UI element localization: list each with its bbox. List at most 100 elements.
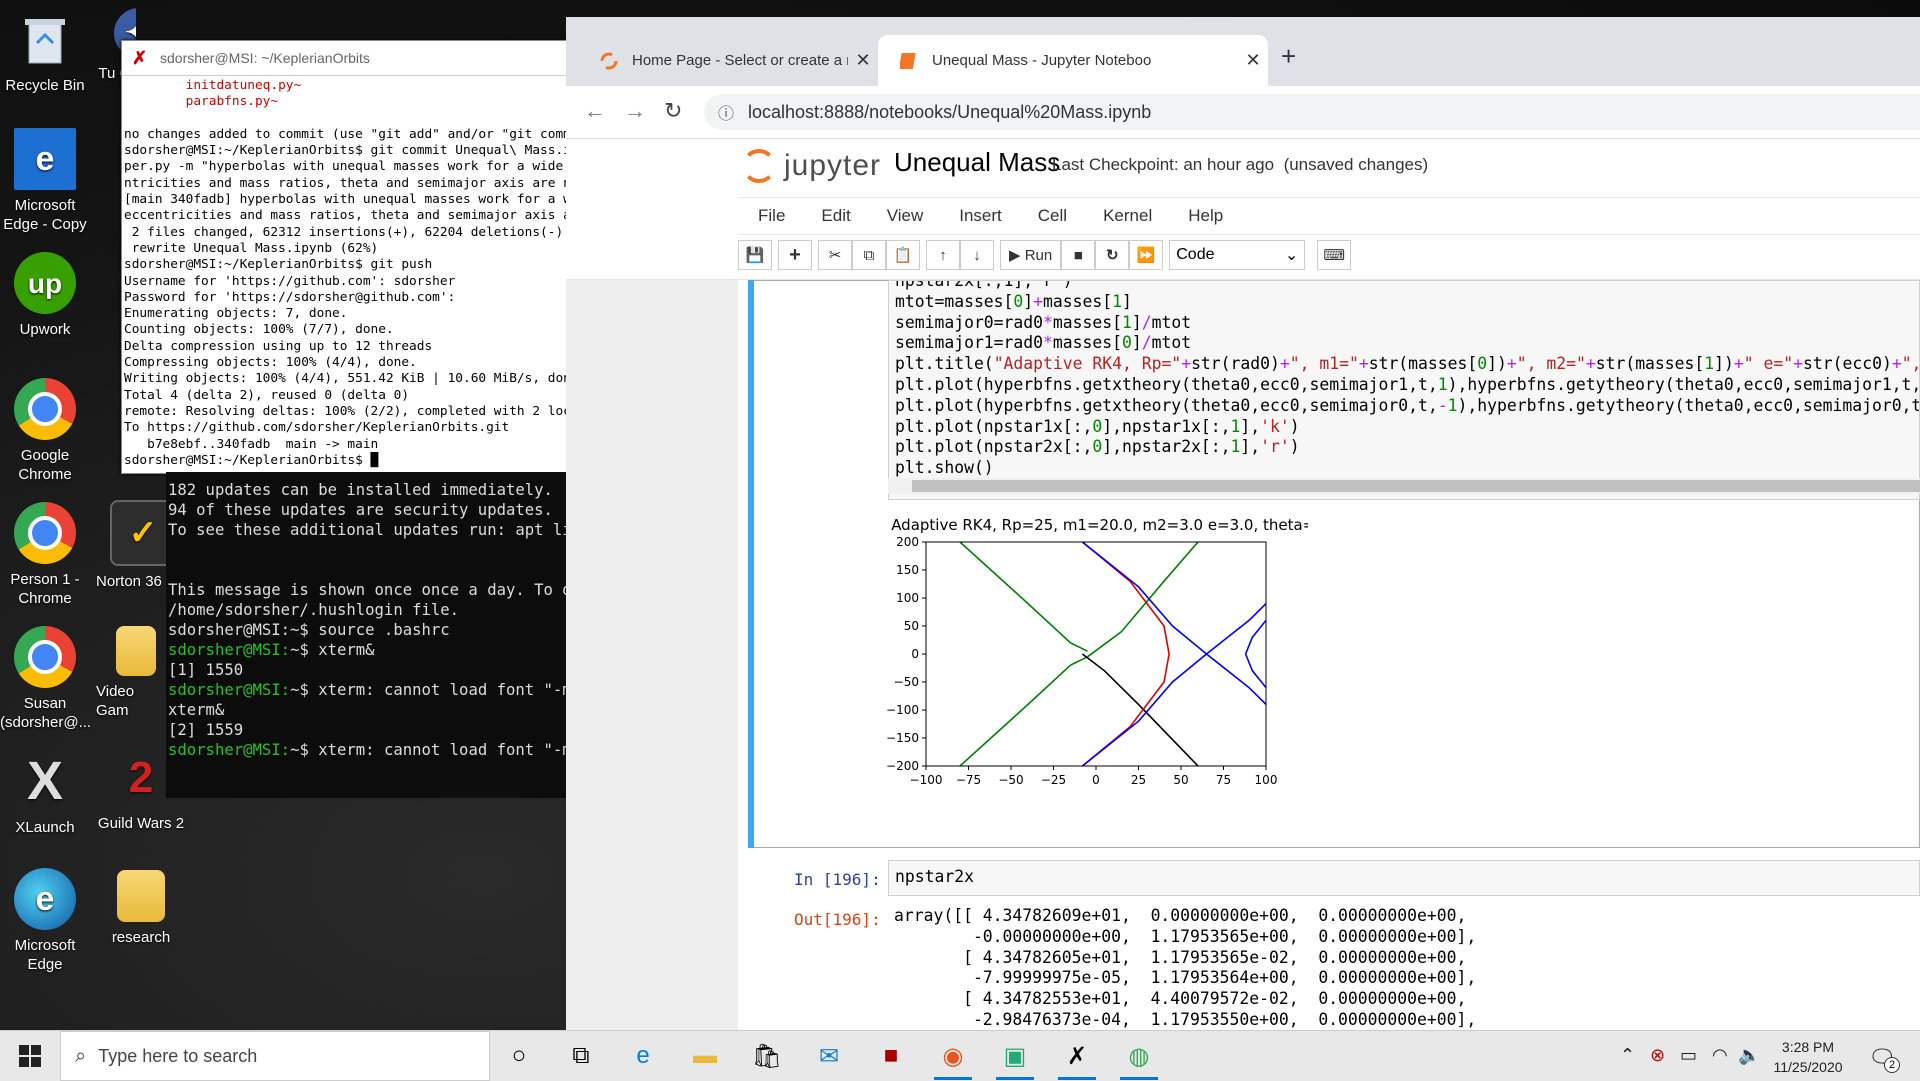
desktop-icon-video-games[interactable]: Video Gam	[96, 626, 168, 720]
taskbar-search[interactable]: ⌕ Type here to search	[60, 1031, 490, 1081]
jupyter-logo[interactable]: jupyter	[742, 149, 881, 183]
xterm-line: Total 4 (delta 2), reused 0 (delta 0)	[124, 387, 410, 403]
xterm-line: sdorsher@MSI:~/KeplerianOrbits$ git comm…	[124, 143, 568, 159]
chrome-taskbar-icon[interactable]: ◍	[1114, 1036, 1164, 1080]
wsl-terminal[interactable]: 182 updates can be installed immediately…	[166, 472, 567, 798]
volume-icon[interactable]: 🔈	[1738, 1045, 1760, 1066]
xterm-line: Password for 'https://sdorsher@github.co…	[124, 289, 456, 305]
cell-type-select[interactable]: Code ⌄	[1169, 240, 1306, 270]
xlaunch-icon: X	[26, 750, 64, 811]
paste-icon[interactable]: 📋	[886, 240, 920, 270]
start-button[interactable]	[0, 1031, 60, 1081]
desktop-icon-xlaunch[interactable]: X XLaunch	[0, 750, 90, 837]
wsl-line: This message is shown once once a day. T…	[168, 581, 567, 599]
desktop-icon-label: Microsoft Edge	[14, 937, 76, 973]
output-line: -2.98476373e-04, 1.17953550e+00, 0.00000…	[894, 1009, 1477, 1029]
run-button[interactable]: ▶ Run	[1000, 240, 1062, 270]
desktop-icon-upwork[interactable]: up Upwork	[0, 252, 90, 339]
wsl-line: [1] 1550	[168, 661, 244, 679]
file-explorer-icon[interactable]: ▬	[680, 1036, 730, 1076]
desktop-icon-microsoft-edge[interactable]: e Microsoft Edge	[0, 868, 90, 974]
xterm-output[interactable]: initdatuneq.py~ parabfns.py~ no changes …	[122, 76, 568, 471]
clock[interactable]: 3:28 PM 11/25/2020	[1768, 1037, 1848, 1077]
notebook-title[interactable]: Unequal Mass	[894, 147, 1060, 178]
forward-arrow-icon[interactable]: →	[624, 98, 646, 124]
output-line: -0.00000000e+00, 1.17953565e+00, 0.00000…	[894, 926, 1477, 946]
desktop-icon-recycle-bin[interactable]: Recycle Bin	[0, 8, 90, 95]
ubuntu-icon[interactable]: ◉	[928, 1036, 978, 1080]
edge-taskbar-icon[interactable]: e	[618, 1036, 668, 1076]
restart-icon[interactable]: ↻	[1095, 240, 1130, 270]
desktop-icon-research[interactable]: research	[96, 870, 186, 947]
battery-icon[interactable]: ▭	[1680, 1045, 1697, 1066]
network-warning-icon[interactable]: ⊗	[1650, 1045, 1665, 1066]
xterm-prompt-line: sdorsher@MSI:~/KeplerianOrbits$ █	[124, 452, 379, 468]
xlaunch-taskbar-icon[interactable]: ✗	[1052, 1036, 1102, 1080]
jupyter-header: jupyter Unequal Mass Last Checkpoint: an…	[566, 139, 1920, 280]
menu-edit[interactable]: Edit	[821, 206, 850, 226]
insert-cell-plus-icon[interactable]: +	[778, 240, 812, 270]
notebook-favicon-icon	[898, 50, 920, 72]
url-text: localhost:8888/notebooks/Unequal%20Mass.…	[748, 101, 1152, 122]
xterm-line: To https://github.com/sdorsher/Keplerian…	[124, 420, 510, 436]
app-icon[interactable]: ▣	[990, 1036, 1040, 1080]
desktop-icon-norton[interactable]: ✓ Norton 36	[96, 500, 168, 591]
wsl-command: ~$ xterm: cannot load font "-mi	[290, 741, 567, 759]
wifi-icon[interactable]: ◠	[1712, 1045, 1728, 1066]
xterm-line: Compressing objects: 100% (4/4), done.	[124, 355, 417, 371]
fast-forward-icon[interactable]: ⏩	[1129, 240, 1164, 270]
code-cell-input[interactable]: npstar2x[:,1],'r') mtot=masses[0]+masses…	[888, 280, 1920, 500]
copy-icon[interactable]: ⧉	[852, 240, 886, 270]
close-tab-icon[interactable]: ✕	[1238, 50, 1268, 71]
mail-icon[interactable]: ✉	[804, 1036, 854, 1076]
y-tick-label: −100	[886, 703, 919, 717]
keyboard-icon[interactable]: ⌨	[1317, 240, 1352, 270]
menu-insert[interactable]: Insert	[959, 206, 1002, 226]
menu-kernel[interactable]: Kernel	[1103, 206, 1152, 226]
url-bar[interactable]: ⓘ localhost:8888/notebooks/Unequal%20Mas…	[704, 94, 1920, 130]
reload-icon[interactable]: ↻	[664, 98, 682, 124]
output-line: -7.99999975e-05, 1.17953564e+00, 0.00000…	[894, 968, 1477, 988]
output-prompt: Out[196]:	[794, 910, 881, 929]
desktop-icon-edge-copy[interactable]: e Microsoft Edge - Copy	[0, 128, 90, 234]
menu-help[interactable]: Help	[1188, 206, 1223, 226]
stop-icon[interactable]: ■	[1061, 240, 1096, 270]
save-icon[interactable]: 💾	[738, 240, 772, 270]
cut-icon[interactable]: ✂	[818, 240, 852, 270]
desktop-icon-susan-chrome[interactable]: Susan (sdorsher@...	[0, 626, 91, 732]
cortana-icon[interactable]: ○	[494, 1036, 544, 1076]
info-icon[interactable]: ⓘ	[718, 100, 734, 124]
xterm-window[interactable]: ✗ sdorsher@MSI: ~/KeplerianOrbits initda…	[121, 40, 569, 474]
menu-view[interactable]: View	[887, 206, 924, 226]
menu-file[interactable]: File	[758, 206, 785, 226]
desktop-icon-person1-chrome[interactable]: Person 1 - Chrome	[0, 502, 90, 608]
tab-unequal-mass[interactable]: Unequal Mass - Jupyter Noteboo ✕	[878, 35, 1268, 86]
y-tick-label: 50	[904, 619, 919, 633]
chevron-up-icon[interactable]: ⌃	[1620, 1045, 1635, 1066]
xterm-line: 2 files changed, 62312 insertions(+), 62…	[124, 224, 564, 240]
game-app-icon[interactable]: ■	[866, 1036, 916, 1076]
tab-label: Home Page - Select or create a n	[632, 52, 848, 69]
scrollbar-thumb[interactable]	[912, 480, 1920, 492]
menu-cell[interactable]: Cell	[1038, 206, 1067, 226]
edge-icon: e	[14, 868, 76, 930]
new-tab-plus-icon[interactable]: +	[1281, 41, 1296, 72]
desktop-icon-label: Video Gam	[96, 683, 135, 719]
tab-home-page[interactable]: Home Page - Select or create a n ✕	[578, 35, 878, 86]
desktop-icon-google-chrome[interactable]: Google Chrome	[0, 378, 90, 484]
close-tab-icon[interactable]: ✕	[848, 50, 878, 71]
code-horizontal-scrollbar[interactable]	[888, 478, 1920, 494]
wsl-line: 94 of these updates are security updates…	[168, 501, 553, 519]
xterm-titlebar[interactable]: ✗ sdorsher@MSI: ~/KeplerianOrbits	[122, 41, 568, 76]
chrome-browser-window[interactable]: Home Page - Select or create a n ✕ Unequ…	[566, 17, 1920, 1030]
desktop-icon-label: Google Chrome	[18, 447, 72, 483]
task-view-icon[interactable]: ⧉	[556, 1036, 606, 1076]
back-arrow-icon[interactable]: ←	[584, 98, 606, 124]
xterm-line: Writing objects: 100% (4/4), 551.42 KiB …	[124, 371, 568, 387]
jupyter-toolbar: 💾 + ✂ ⧉ 📋 ↑ ↓ ▶ Run ■ ↻ ⏩ Code ⌄ ⌨	[738, 239, 1352, 271]
code-cell-input[interactable]: npstar2x	[888, 860, 1920, 896]
move-up-arrow-icon[interactable]: ↑	[926, 240, 960, 270]
move-down-arrow-icon[interactable]: ↓	[960, 240, 994, 270]
wsl-output[interactable]: 182 updates can be installed immediately…	[166, 472, 567, 768]
store-icon[interactable]: 🛍	[742, 1036, 792, 1076]
